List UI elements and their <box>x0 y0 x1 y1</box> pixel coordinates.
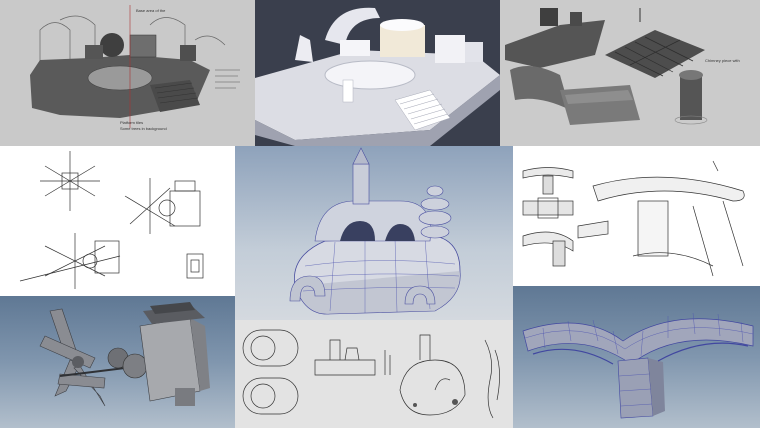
bridge-model-drawing <box>522 312 754 419</box>
tile-bridge-sketches <box>513 146 760 286</box>
tile-windmill-sketches <box>0 146 235 296</box>
note-a: Base area of the <box>136 8 166 13</box>
tile-bridge-model <box>513 286 760 428</box>
tile-courtyard-sketch: Base area of the Platform tiles Some tre… <box>0 0 255 146</box>
fortress-model-drawing <box>289 147 461 315</box>
tile-windmill-model <box>0 296 235 428</box>
note-d: Chimney piece with <box>705 58 740 63</box>
windmill-sketch-drawing <box>19 151 204 289</box>
tile-blockout-render <box>255 0 500 146</box>
courtyard-sketch-drawing: Base area of the Platform tiles Some tre… <box>30 5 240 131</box>
tile-fortress-orthographics <box>235 320 513 428</box>
fortress-ortho-drawing <box>242 329 500 419</box>
note-b: Platform tiles <box>120 120 143 125</box>
tile-fortress-model <box>235 146 513 320</box>
concept-art-board: Base area of the Platform tiles Some tre… <box>0 0 760 428</box>
grey-pieces-drawing: Chimney piece with <box>505 8 740 125</box>
windmill-model-drawing <box>39 302 210 407</box>
note-c: Some trees in background <box>120 126 167 131</box>
bridge-sketch-drawing <box>522 160 745 277</box>
tile-grey-pieces: Chimney piece with <box>500 0 760 146</box>
blockout-render-drawing <box>255 7 500 146</box>
